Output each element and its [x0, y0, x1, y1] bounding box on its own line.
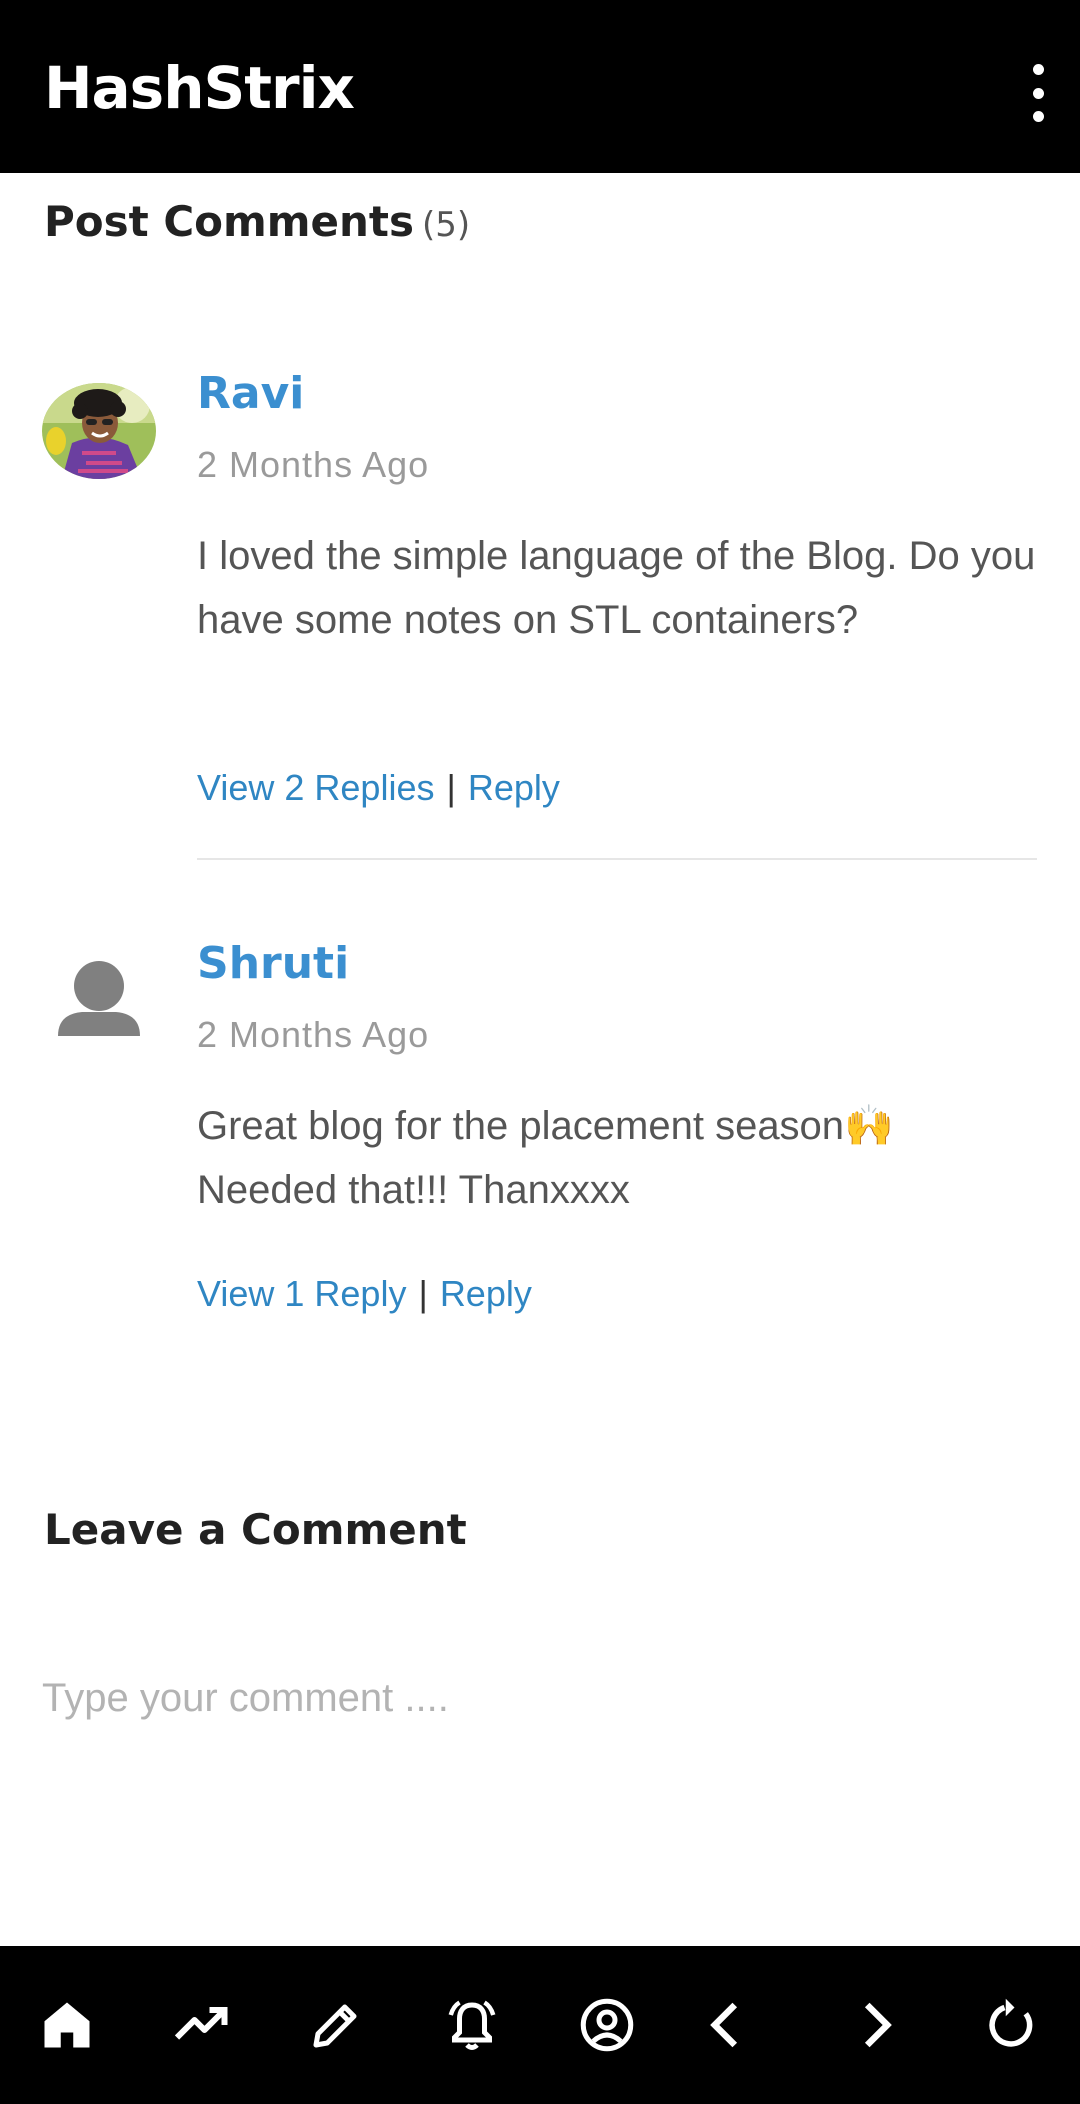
comment-author[interactable]: Ravi	[197, 366, 304, 422]
comment-actions: View 1 Reply | Reply	[197, 1269, 532, 1319]
app-bar: HashStrix	[0, 0, 1080, 173]
view-replies-link[interactable]: View 2 Replies	[197, 767, 434, 808]
comment-text: Great blog for the placement season🙌 Nee…	[197, 1104, 894, 1212]
comments-count: (5)	[422, 205, 471, 245]
bottom-nav-bar	[0, 1946, 1080, 2104]
edit-icon[interactable]	[300, 1989, 372, 2061]
reply-link[interactable]: Reply	[440, 1273, 532, 1314]
reply-link[interactable]: Reply	[468, 767, 560, 808]
comments-section-title: Post Comments (5)	[44, 194, 470, 253]
app-title[interactable]: HashStrix	[44, 50, 355, 126]
actions-separator: |	[446, 767, 456, 808]
leave-comment-title: Leave a Comment	[44, 1505, 467, 1554]
refresh-icon[interactable]	[976, 1989, 1048, 2061]
notifications-icon[interactable]	[436, 1989, 508, 2061]
default-avatar-icon[interactable]	[42, 952, 156, 1048]
comment-actions: View 2 Replies | Reply	[197, 763, 560, 813]
actions-separator: |	[418, 1273, 428, 1314]
comment-input[interactable]	[42, 1666, 1038, 1730]
account-icon[interactable]	[571, 1989, 643, 2061]
comments-title-text: Post Comments	[44, 197, 415, 246]
comment-timestamp: 2 Months Ago	[197, 1014, 430, 1055]
back-icon[interactable]	[690, 1989, 762, 2061]
comment-text: I loved the simple language of the Blog.…	[197, 534, 1036, 642]
forward-icon[interactable]	[840, 1989, 912, 2061]
comment-divider	[197, 858, 1037, 860]
avatar[interactable]	[42, 383, 156, 479]
home-icon[interactable]	[31, 1989, 103, 2061]
more-vertical-icon[interactable]	[1022, 64, 1054, 122]
comment-author[interactable]: Shruti	[197, 936, 349, 992]
trending-icon[interactable]	[166, 1989, 238, 2061]
view-replies-link[interactable]: View 1 Reply	[197, 1273, 406, 1314]
comment-timestamp: 2 Months Ago	[197, 444, 430, 485]
